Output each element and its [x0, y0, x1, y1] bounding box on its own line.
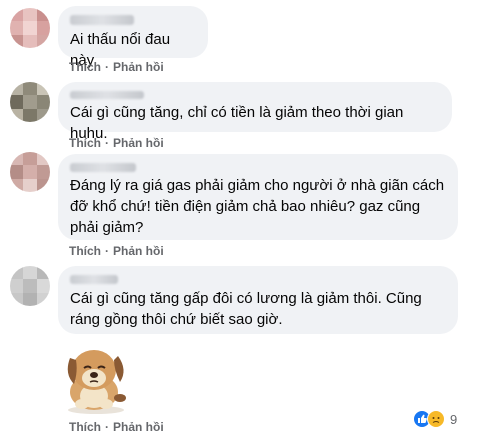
reaction-summary[interactable]: 9: [413, 410, 457, 428]
sad-reaction-icon: [427, 410, 445, 428]
avatar[interactable]: [10, 8, 50, 48]
comment-text: Cái gì cũng tăng gấp đôi có lương là giả…: [70, 290, 422, 328]
sad-dog-sticker: [67, 350, 126, 414]
reply-link[interactable]: Phản hồi: [113, 244, 164, 258]
like-link[interactable]: Thích: [69, 244, 101, 258]
commenter-name-redacted: [70, 275, 118, 284]
avatar[interactable]: [10, 82, 50, 122]
like-link[interactable]: Thích: [69, 136, 101, 150]
commenter-name-redacted: [70, 15, 134, 25]
comment-bubble: Đáng lý ra giá gas phải giảm cho người ở…: [58, 154, 458, 240]
comment-bubble: Cái gì cũng tăng gấp đôi có lương là giả…: [58, 266, 458, 334]
reply-link[interactable]: Phản hồi: [113, 420, 164, 434]
comment-bubble: Cái gì cũng tăng, chỉ có tiền là giảm th…: [58, 82, 452, 142]
comment-actions: Thích · Phản hồi: [69, 244, 164, 258]
reaction-count: 9: [450, 411, 458, 427]
comment-actions: Thích · Phản hồi: [69, 420, 164, 434]
like-link[interactable]: Thích: [69, 420, 101, 434]
reply-link[interactable]: Phản hồi: [113, 136, 164, 150]
comment-text: Đáng lý ra giá gas phải giảm cho người ở…: [70, 177, 445, 236]
comment-actions: Thích · Phản hồi: [69, 136, 164, 150]
like-link[interactable]: Thích: [69, 60, 101, 74]
comment-actions: Thích · Phản hồi: [69, 60, 164, 74]
reply-link[interactable]: Phản hồi: [113, 60, 164, 74]
comment-bubble: Ai thấu nổi đau này: [58, 6, 208, 69]
avatar[interactable]: [10, 266, 50, 306]
commenter-name-redacted: [70, 163, 136, 172]
commenter-name-redacted: [70, 91, 144, 99]
avatar[interactable]: [10, 152, 50, 192]
